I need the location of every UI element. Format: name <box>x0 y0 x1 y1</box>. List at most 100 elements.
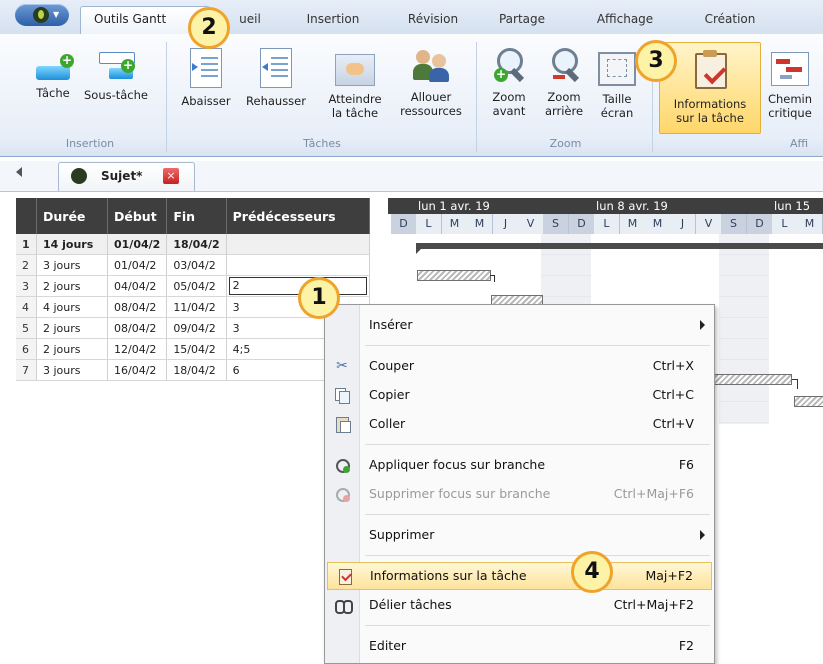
critical-path-label-1: Chemin <box>767 92 813 106</box>
group-separator <box>166 42 167 152</box>
summary-task-bar[interactable] <box>416 243 823 249</box>
cell-predecesseurs[interactable] <box>226 254 370 276</box>
tab-partage[interactable]: Partage <box>487 8 557 34</box>
cell-duree[interactable]: 3 jours <box>36 254 108 276</box>
group-label-zoom: Zoom <box>549 137 582 150</box>
close-icon[interactable]: × <box>163 168 179 184</box>
menu-item-inserer[interactable]: Insérer <box>325 312 714 338</box>
menu-shortcut: Ctrl+C <box>652 387 694 402</box>
cell-predecesseurs[interactable] <box>226 234 370 255</box>
tab-accueil[interactable]: ueil <box>230 8 270 34</box>
task-bar[interactable] <box>794 396 823 407</box>
day-header-cell: V <box>696 214 722 234</box>
cell-fin[interactable]: 18/04/2 <box>166 234 227 255</box>
menu-item-label: Insérer <box>369 317 413 332</box>
menu-item-supprimer-focus: Supprimer focus sur branche Ctrl+Maj+F6 <box>325 481 714 507</box>
subtask-label: Sous-tâche <box>83 88 148 102</box>
assign-resources-button[interactable]: Allouer ressources <box>392 48 470 118</box>
menu-item-copier[interactable]: Copier Ctrl+C <box>325 382 714 408</box>
scroll-to-task-button[interactable]: Atteindre la tâche <box>318 48 392 120</box>
zoom-in-button[interactable]: + Zoom avant <box>483 48 535 118</box>
task-icon: + <box>36 54 74 80</box>
task-button[interactable]: + Tâche <box>28 48 78 100</box>
zoom-out-label-2: arrière <box>544 104 584 118</box>
cell-debut[interactable]: 16/04/2 <box>107 359 168 381</box>
cell-duree[interactable]: 2 jours <box>36 275 108 297</box>
cell-debut[interactable]: 01/04/2 <box>107 254 168 276</box>
table-row[interactable]: 6 2 jours 12/04/2 15/04/2 4;5 <box>16 338 370 360</box>
task-info-icon <box>693 49 727 89</box>
cell-debut[interactable]: 08/04/2 <box>107 317 168 339</box>
task-bar[interactable] <box>712 374 792 385</box>
tab-revision[interactable]: Révision <box>395 8 471 34</box>
group-label-affichage: Affi <box>790 137 809 150</box>
menu-item-label: Appliquer focus sur branche <box>369 457 546 472</box>
zoom-out-button[interactable]: Zoom arrière <box>538 48 590 118</box>
task-bar[interactable] <box>417 270 491 281</box>
cell-fin[interactable]: 09/04/2 <box>166 317 227 339</box>
zoom-out-icon <box>549 48 580 84</box>
zoom-in-label-1: Zoom <box>492 90 526 104</box>
demote-button[interactable]: Abaisser <box>172 48 240 108</box>
task-info-label-2: sur la tâche <box>676 111 744 125</box>
task-info-label-1: Informations <box>673 97 747 111</box>
cell-fin[interactable]: 15/04/2 <box>166 338 227 360</box>
cell-debut[interactable]: 01/04/2 <box>107 234 168 255</box>
cell-duree[interactable]: 3 jours <box>36 359 108 381</box>
cell-fin[interactable]: 03/04/2 <box>166 254 227 276</box>
document-tab[interactable]: Sujet* × <box>58 162 195 191</box>
task-label: Tâche <box>36 86 70 100</box>
cell-debut[interactable]: 04/04/2 <box>107 275 168 297</box>
summary-bar-cap <box>416 249 421 254</box>
cell-duree[interactable]: 14 jours <box>36 234 108 255</box>
scroll-left-icon[interactable] <box>16 167 22 177</box>
menu-shortcut: Ctrl+Maj+F6 <box>613 486 694 501</box>
tab-affichage[interactable]: Affichage <box>580 8 670 34</box>
table-row[interactable]: 7 3 jours 16/04/2 18/04/2 6 <box>16 359 370 381</box>
callout-1: 1 <box>298 277 340 319</box>
demote-icon <box>190 48 222 88</box>
cell-fin[interactable]: 18/04/2 <box>166 359 227 381</box>
remove-focus-icon <box>334 486 350 502</box>
tab-insertion[interactable]: Insertion <box>290 8 376 34</box>
menu-item-delier-taches[interactable]: Délier tâches Ctrl+Maj+F2 <box>325 592 714 618</box>
unlink-icon <box>334 597 353 614</box>
assign-resources-label-2: ressources <box>400 104 462 118</box>
day-header-cell: S <box>721 214 747 234</box>
table-row[interactable]: 2 3 jours 01/04/2 03/04/2 <box>16 254 370 276</box>
col-header-duree[interactable]: Durée <box>36 198 108 234</box>
row-number-header <box>16 198 37 234</box>
app-logo-icon <box>33 7 49 23</box>
week-label: lun 15 <box>772 198 823 214</box>
cell-debut[interactable]: 08/04/2 <box>107 296 168 318</box>
menu-item-editer[interactable]: Editer F2 <box>325 633 714 659</box>
callout-3: 3 <box>635 40 677 82</box>
col-header-predecesseurs[interactable]: Prédécesseurs <box>226 198 370 234</box>
cell-debut[interactable]: 12/04/2 <box>107 338 168 360</box>
cell-duree[interactable]: 2 jours <box>36 338 108 360</box>
zoom-in-icon: + <box>494 48 525 84</box>
table-row[interactable]: 5 2 jours 08/04/2 09/04/2 3 <box>16 317 370 339</box>
cell-fin[interactable]: 05/04/2 <box>166 275 227 297</box>
fit-screen-label-1: Taille <box>602 92 632 106</box>
col-header-fin[interactable]: Fin <box>166 198 227 234</box>
dependency-link <box>494 275 495 282</box>
col-header-debut[interactable]: Début <box>107 198 168 234</box>
cell-duree[interactable]: 4 jours <box>36 296 108 318</box>
copy-icon <box>334 387 350 404</box>
menu-item-informations-tache[interactable]: Informations sur la tâche Maj+F2 <box>327 562 712 590</box>
menu-item-label: Délier tâches <box>369 597 452 612</box>
menu-item-coller[interactable]: Coller Ctrl+V <box>325 411 714 437</box>
menu-item-appliquer-focus[interactable]: Appliquer focus sur branche F6 <box>325 452 714 478</box>
cell-duree[interactable]: 2 jours <box>36 317 108 339</box>
subtask-button[interactable]: + Sous-tâche <box>80 48 152 102</box>
weekend-shading <box>719 234 769 424</box>
table-row[interactable]: 1 14 jours 01/04/2 18/04/2 <box>16 234 370 255</box>
application-menu-button[interactable]: ▼ <box>15 4 69 26</box>
cell-fin[interactable]: 11/04/2 <box>166 296 227 318</box>
promote-button[interactable]: Rehausser <box>240 48 312 108</box>
menu-item-supprimer[interactable]: Supprimer <box>325 522 714 548</box>
menu-item-couper[interactable]: ✂ Couper Ctrl+X <box>325 353 714 379</box>
tab-creation[interactable]: Création <box>692 8 768 34</box>
critical-path-button[interactable]: Chemin critique <box>761 48 819 120</box>
